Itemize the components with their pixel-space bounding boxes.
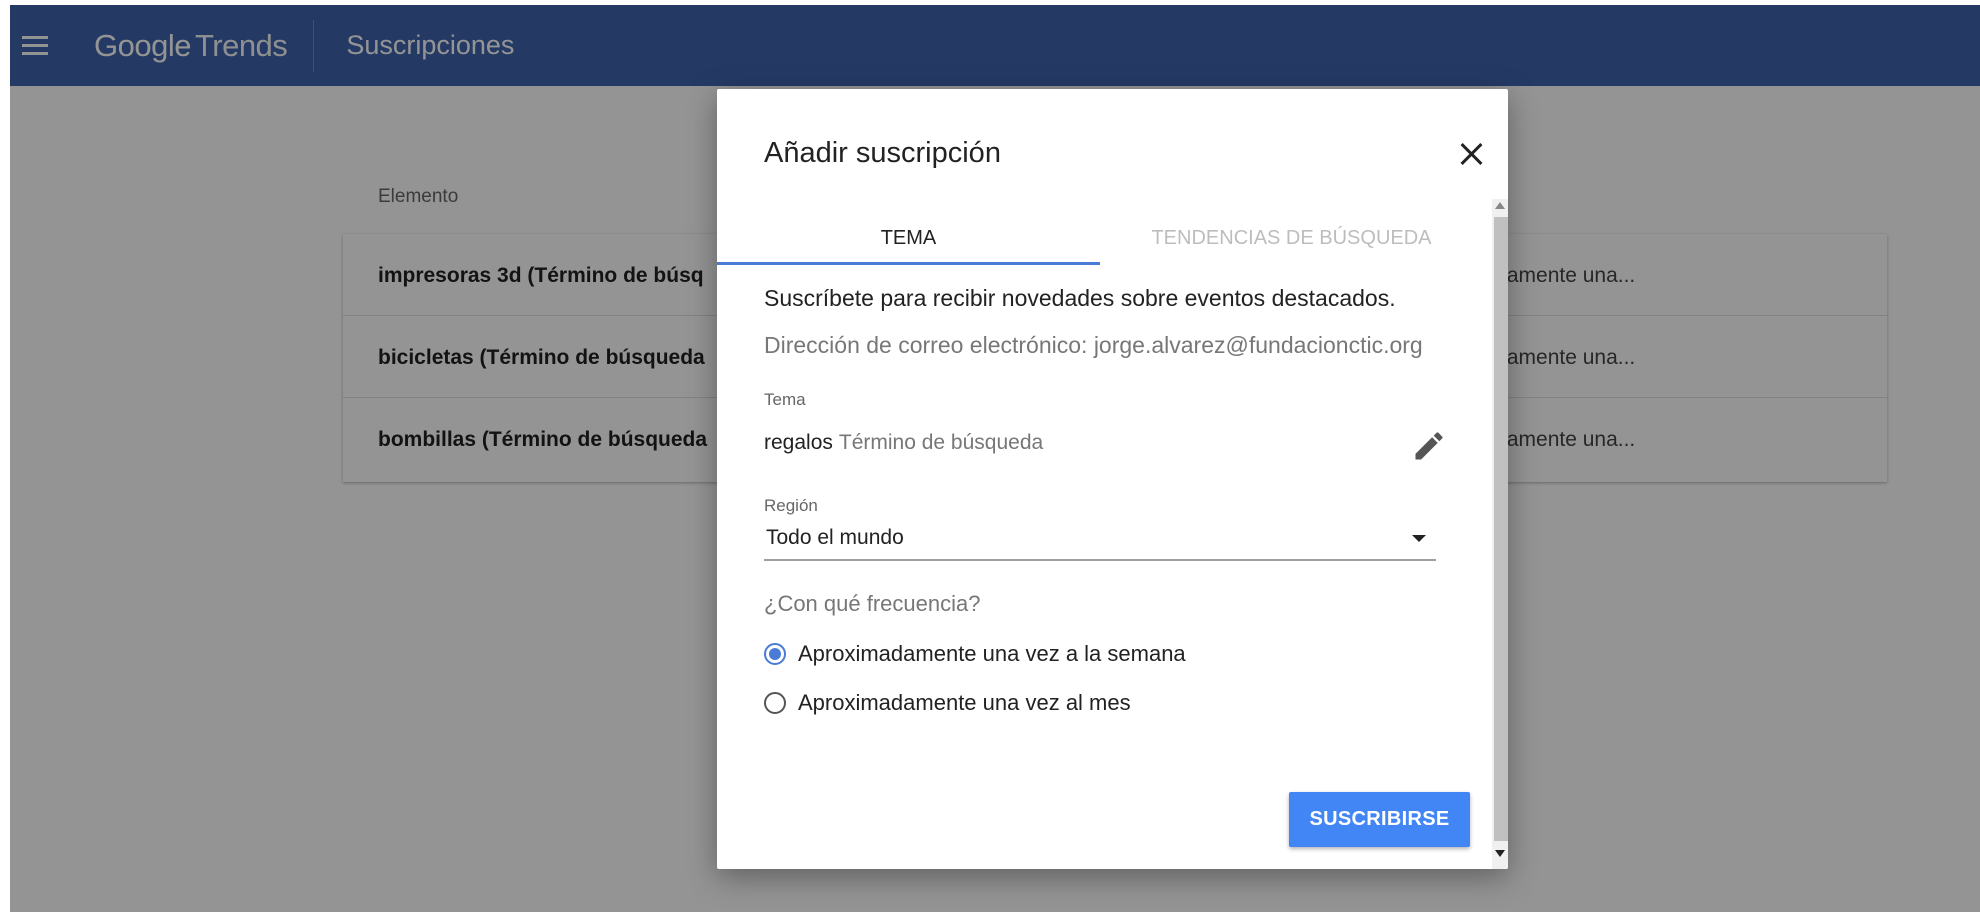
- close-icon[interactable]: [1456, 139, 1486, 169]
- frequency-option-monthly[interactable]: Aproximadamente una vez al mes: [764, 690, 1131, 716]
- topic-type: Término de búsqueda: [838, 431, 1044, 454]
- app-viewport: GoogleTrends Suscripciones Elemento cia …: [10, 5, 1980, 912]
- subscribe-button[interactable]: SUSCRIBIRSE: [1289, 792, 1470, 847]
- email-address-text: Dirección de correo electrónico: jorge.a…: [764, 332, 1423, 358]
- dialog-title: Añadir suscripción: [764, 137, 1001, 169]
- frequency-option-label[interactable]: Aproximadamente una vez a la semana: [798, 641, 1186, 667]
- active-tab-indicator: [717, 262, 1100, 265]
- region-select[interactable]: Todo el mundo: [764, 519, 1436, 561]
- topic-label: Tema: [764, 390, 806, 409]
- topic-field: regalos Término de búsqueda: [764, 431, 1043, 455]
- region-label: Región: [764, 496, 818, 515]
- frequency-question: ¿Con qué frecuencia?: [764, 591, 981, 616]
- scroll-down-arrow-icon[interactable]: [1495, 850, 1505, 857]
- tab-tema[interactable]: TEMA: [717, 212, 1100, 264]
- topic-value: regalos: [764, 431, 833, 454]
- scroll-up-arrow-icon[interactable]: [1495, 202, 1505, 209]
- caret-down-icon: [1412, 535, 1426, 542]
- pencil-icon[interactable]: [1411, 428, 1447, 464]
- region-selected-value: Todo el mundo: [766, 526, 904, 549]
- radio-checked-icon[interactable]: [764, 643, 786, 665]
- radio-unchecked-icon[interactable]: [764, 692, 786, 714]
- add-subscription-dialog: Añadir suscripción TEMA TENDENCIAS DE BÚ…: [717, 89, 1508, 869]
- dialog-tabs: TEMA TENDENCIAS DE BÚSQUEDA: [717, 212, 1483, 264]
- frequency-option-label[interactable]: Aproximadamente una vez al mes: [798, 690, 1131, 716]
- frequency-option-weekly[interactable]: Aproximadamente una vez a la semana: [764, 641, 1186, 667]
- dialog-description: Suscríbete para recibir novedades sobre …: [764, 285, 1396, 311]
- scrollbar-thumb[interactable]: [1494, 217, 1508, 841]
- tab-search-trends[interactable]: TENDENCIAS DE BÚSQUEDA: [1100, 212, 1483, 264]
